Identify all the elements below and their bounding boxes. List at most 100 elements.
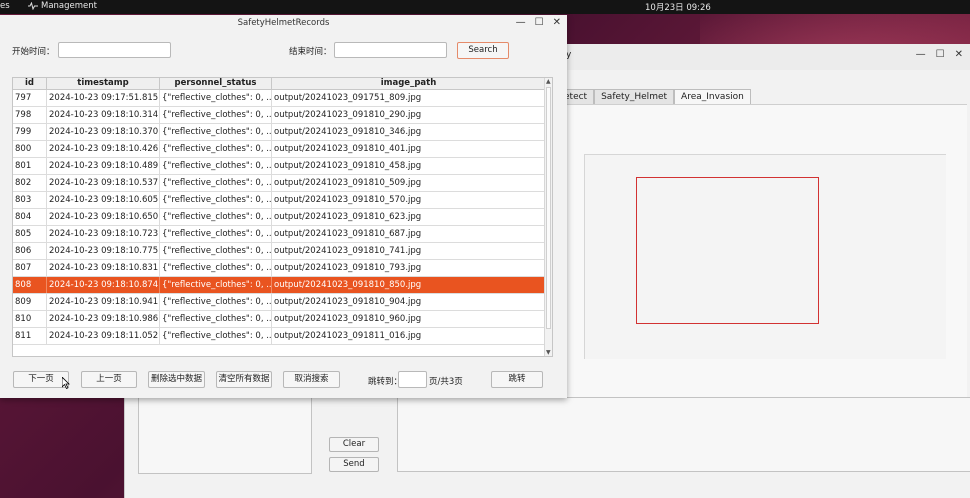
cell-timestamp[interactable]: 2024-10-23 09:18:10.605 — [47, 192, 160, 208]
cell-id[interactable]: 805 — [13, 226, 47, 242]
scroll-down-icon[interactable]: ▼ — [546, 349, 551, 356]
cell-id[interactable]: 797 — [13, 90, 47, 106]
column-header-personnel-status[interactable]: personnel_status — [160, 78, 272, 89]
cell-image-path[interactable]: output/20241023_091810_741.jpg — [272, 243, 546, 259]
cell-id[interactable]: 806 — [13, 243, 47, 259]
bg-text-area[interactable] — [138, 397, 312, 474]
cell-timestamp[interactable]: 2024-10-23 09:17:51.815 — [47, 90, 160, 106]
cell-id[interactable]: 799 — [13, 124, 47, 140]
table-row[interactable]: 809 2024-10-23 09:18:10.941 {"reflective_c… — [13, 294, 546, 311]
cell-image-path[interactable]: output/20241023_091810_623.jpg — [272, 209, 546, 225]
column-header-id[interactable]: id — [13, 78, 47, 89]
prev-page-button[interactable]: 上一页 — [81, 371, 137, 388]
app-menu[interactable]: Management — [28, 1, 97, 11]
cell-image-path[interactable]: output/20241023_091810_793.jpg — [272, 260, 546, 276]
cell-personnel-status[interactable]: {"reflective_clothes": 0, ... — [160, 175, 272, 191]
cell-id[interactable]: 798 — [13, 107, 47, 123]
cell-personnel-status[interactable]: {"reflective_clothes": 0, ... — [160, 226, 272, 242]
cell-id[interactable]: 807 — [13, 260, 47, 276]
cell-image-path[interactable]: output/20241023_091751_809.jpg — [272, 90, 546, 106]
cell-image-path[interactable]: output/20241023_091810_401.jpg — [272, 141, 546, 157]
table-row[interactable]: 807 2024-10-23 09:18:10.831 {"reflective_c… — [13, 260, 546, 277]
column-header-timestamp[interactable]: timestamp — [47, 78, 160, 89]
cell-timestamp[interactable]: 2024-10-23 09:18:10.831 — [47, 260, 160, 276]
close-icon[interactable]: ✕ — [553, 17, 561, 28]
cell-image-path[interactable]: output/20241023_091810_960.jpg — [272, 311, 546, 327]
cell-id[interactable]: 810 — [13, 311, 47, 327]
cancel-search-button[interactable]: 取消搜索 — [283, 371, 340, 388]
cell-personnel-status[interactable]: {"reflective_clothes": 0, ... — [160, 158, 272, 174]
cell-id[interactable]: 801 — [13, 158, 47, 174]
table-row[interactable]: 801 2024-10-23 09:18:10.489 {"reflective_c… — [13, 158, 546, 175]
cell-personnel-status[interactable]: {"reflective_clothes": 0, ... — [160, 209, 272, 225]
column-header-image-path[interactable]: image_path — [272, 78, 546, 89]
end-time-input[interactable] — [334, 42, 447, 58]
minimize-icon[interactable]: — — [916, 49, 926, 60]
cell-id[interactable]: 800 — [13, 141, 47, 157]
table-row[interactable]: 806 2024-10-23 09:18:10.775 {"reflective_c… — [13, 243, 546, 260]
table-row[interactable]: 802 2024-10-23 09:18:10.537 {"reflective_c… — [13, 175, 546, 192]
scroll-up-icon[interactable]: ▲ — [546, 78, 551, 85]
cell-image-path[interactable]: output/20241023_091810_509.jpg — [272, 175, 546, 191]
activities-label[interactable]: es — [0, 1, 10, 11]
cell-id[interactable]: 803 — [13, 192, 47, 208]
roi-rectangle[interactable] — [636, 177, 819, 324]
scrollbar-thumb[interactable] — [546, 87, 551, 329]
cell-image-path[interactable]: output/20241023_091810_904.jpg — [272, 294, 546, 310]
cell-timestamp[interactable]: 2024-10-23 09:18:10.986 — [47, 311, 160, 327]
minimize-icon[interactable]: — — [516, 17, 526, 28]
clock[interactable]: 10月23日 09:26 — [645, 1, 711, 13]
table-row[interactable]: 810 2024-10-23 09:18:10.986 {"reflective_c… — [13, 311, 546, 328]
cell-personnel-status[interactable]: {"reflective_clothes": 0, ... — [160, 141, 272, 157]
cell-timestamp[interactable]: 2024-10-23 09:18:10.489 — [47, 158, 160, 174]
maximize-icon[interactable]: ☐ — [535, 17, 544, 28]
page-number-input[interactable] — [398, 371, 427, 388]
jump-button[interactable]: 跳转 — [491, 371, 543, 388]
tab-area-invasion[interactable]: Area_Invasion — [674, 89, 751, 104]
tab-safety-helmet[interactable]: Safety_Helmet — [594, 89, 675, 104]
cell-image-path[interactable]: output/20241023_091810_850.jpg — [272, 277, 546, 293]
cell-timestamp[interactable]: 2024-10-23 09:18:10.370 — [47, 124, 160, 140]
cell-personnel-status[interactable]: {"reflective_clothes": 0, ... — [160, 311, 272, 327]
cell-personnel-status[interactable]: {"reflective_clothes": 0, ... — [160, 243, 272, 259]
cell-personnel-status[interactable]: {"reflective_clothes": 0, ... — [160, 294, 272, 310]
cell-timestamp[interactable]: 2024-10-23 09:18:10.723 — [47, 226, 160, 242]
table-row[interactable]: 798 2024-10-23 09:18:10.314 {"reflective_c… — [13, 107, 546, 124]
tab-detect[interactable]: etect — [563, 89, 595, 104]
table-row[interactable]: 803 2024-10-23 09:18:10.605 {"reflective_c… — [13, 192, 546, 209]
cell-id[interactable]: 808 — [13, 277, 47, 293]
cell-personnel-status[interactable]: {"reflective_clothes": 0, ... — [160, 260, 272, 276]
cell-timestamp[interactable]: 2024-10-23 09:18:11.052 — [47, 328, 160, 344]
send-button[interactable]: Send — [329, 457, 379, 472]
table-row[interactable]: 800 2024-10-23 09:18:10.426 {"reflective_c… — [13, 141, 546, 158]
cell-image-path[interactable]: output/20241023_091810_346.jpg — [272, 124, 546, 140]
clear-all-button[interactable]: 清空所有数据 — [216, 371, 272, 388]
table-row[interactable]: 804 2024-10-23 09:18:10.650 {"reflective_c… — [13, 209, 546, 226]
cell-image-path[interactable]: output/20241023_091810_290.jpg — [272, 107, 546, 123]
next-page-button[interactable]: 下一页 — [13, 371, 69, 388]
cell-id[interactable]: 811 — [13, 328, 47, 344]
cell-image-path[interactable]: output/20241023_091810_458.jpg — [272, 158, 546, 174]
table-row[interactable]: 805 2024-10-23 09:18:10.723 {"reflective_c… — [13, 226, 546, 243]
cell-personnel-status[interactable]: {"reflective_clothes": 0, ... — [160, 277, 272, 293]
cell-personnel-status[interactable]: {"reflective_clothes": 0, ... — [160, 328, 272, 344]
table-row[interactable]: 808 2024-10-23 09:18:10.874 {"reflective_c… — [13, 277, 546, 294]
table-row[interactable]: 799 2024-10-23 09:18:10.370 {"reflective_c… — [13, 124, 546, 141]
search-button[interactable]: Search — [457, 42, 509, 59]
cell-image-path[interactable]: output/20241023_091810_570.jpg — [272, 192, 546, 208]
table-row[interactable]: 811 2024-10-23 09:18:11.052 {"reflective_c… — [13, 328, 546, 345]
cell-id[interactable]: 809 — [13, 294, 47, 310]
clear-button[interactable]: Clear — [329, 437, 379, 452]
vertical-scrollbar[interactable]: ▲ ▼ — [544, 78, 552, 356]
cell-timestamp[interactable]: 2024-10-23 09:18:10.314 — [47, 107, 160, 123]
cell-personnel-status[interactable]: {"reflective_clothes": 0, ... — [160, 90, 272, 106]
cell-personnel-status[interactable]: {"reflective_clothes": 0, ... — [160, 124, 272, 140]
cell-timestamp[interactable]: 2024-10-23 09:18:10.941 — [47, 294, 160, 310]
cell-timestamp[interactable]: 2024-10-23 09:18:10.537 — [47, 175, 160, 191]
cell-personnel-status[interactable]: {"reflective_clothes": 0, ... — [160, 107, 272, 123]
cell-image-path[interactable]: output/20241023_091811_016.jpg — [272, 328, 546, 344]
table-row[interactable]: 797 2024-10-23 09:17:51.815 {"reflective_c… — [13, 90, 546, 107]
cell-timestamp[interactable]: 2024-10-23 09:18:10.874 — [47, 277, 160, 293]
delete-selected-button[interactable]: 删除选中数据 — [148, 371, 205, 388]
start-time-input[interactable] — [58, 42, 171, 58]
